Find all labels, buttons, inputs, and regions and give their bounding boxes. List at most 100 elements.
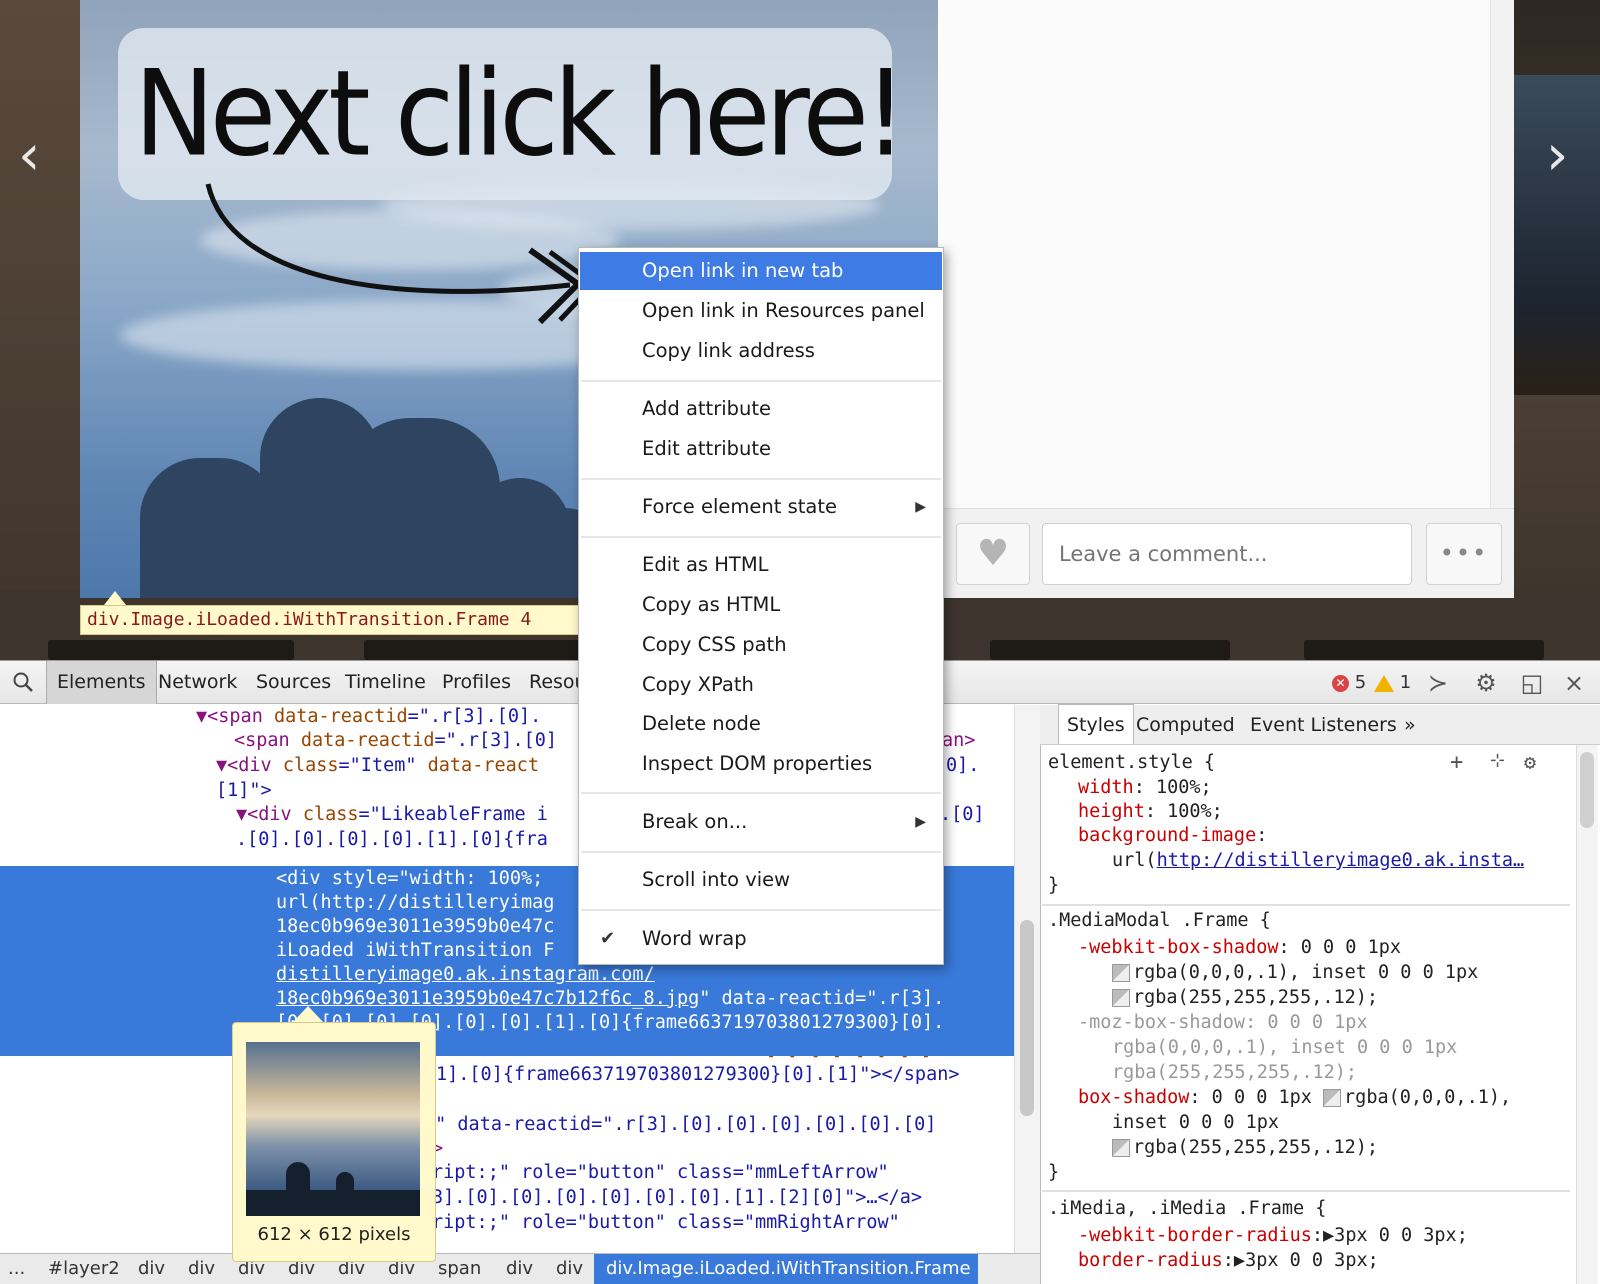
breadcrumb-item[interactable]: div <box>556 1254 583 1284</box>
add-rule-icon[interactable]: + <box>1450 750 1463 775</box>
color-swatch[interactable] <box>1112 964 1130 982</box>
style-property[interactable]: -webkit-box-shadow: 0 0 0 1px <box>1078 937 1401 958</box>
menu-item-open-link-new-tab[interactable]: Open link in new tab <box>580 252 942 290</box>
warning-count-value: 1 <box>1399 672 1412 693</box>
gallery-thumbnail[interactable] <box>1304 640 1544 660</box>
dom-node-cont: [1]"> <box>216 780 272 801</box>
style-value[interactable]: rgba(255,255,255,.12); <box>1112 987 1378 1008</box>
tab-profiles[interactable]: Profiles <box>442 661 511 704</box>
gear-icon[interactable]: ⚙ <box>1472 669 1500 697</box>
menu-item-edit-as-html[interactable]: Edit as HTML <box>580 546 942 584</box>
dom-node[interactable]: ▼<span data-reactid=".r[3].[0]. <box>196 705 541 730</box>
color-swatch[interactable] <box>1112 989 1130 1007</box>
dock-icon[interactable]: ◱ <box>1518 669 1546 697</box>
error-count[interactable]: ✕ 5 <box>1332 661 1366 704</box>
preview-arrow <box>292 1006 324 1023</box>
panel-scrollbar[interactable] <box>1490 0 1514 508</box>
selected-code-line[interactable]: 18ec0b969e3011e3959b0e47c7b12f6c_8.jpg" … <box>276 988 944 1009</box>
dom-node[interactable]: ript:;" role="button" class="mmRightArro… <box>432 1211 900 1236</box>
style-value[interactable]: url(http://distilleryimage0.ak.insta… <box>1112 850 1524 871</box>
gallery-thumbnail[interactable] <box>48 640 294 660</box>
style-property[interactable]: background-image: <box>1078 825 1267 846</box>
dom-node[interactable]: ript:;" role="button" class="mmLeftArrow… <box>432 1161 889 1186</box>
style-property-disabled[interactable]: -moz-box-shadow: 0 0 0 1px <box>1078 1012 1368 1033</box>
tab-network[interactable]: Network <box>158 661 237 704</box>
style-value[interactable]: rgba(255,255,255,.12); <box>1112 1137 1378 1158</box>
menu-item-force-element-state[interactable]: Force element state ▶ <box>580 488 942 526</box>
menu-separator <box>581 536 941 538</box>
menu-item-edit-attribute[interactable]: Edit attribute <box>580 430 942 468</box>
like-button[interactable]: ♥ <box>956 523 1030 585</box>
selected-code-line: 18ec0b969e3011e3959b0e47c <box>276 916 555 937</box>
dom-node[interactable]: ▼<div class="LikeableFrame i <box>236 803 548 828</box>
breadcrumb-item[interactable]: span <box>438 1254 481 1284</box>
breadcrumb-item[interactable]: div <box>506 1254 533 1284</box>
tab-styles[interactable]: Styles <box>1058 704 1134 744</box>
image-url-link[interactable]: distilleryimage0.ak.instagram.com/ <box>276 964 655 985</box>
menu-item-copy-as-html[interactable]: Copy as HTML <box>580 586 942 624</box>
dom-node-tail: an> <box>942 730 976 751</box>
breadcrumb-item[interactable]: div <box>188 1254 215 1284</box>
menu-item-add-attribute[interactable]: Add attribute <box>580 390 942 428</box>
dom-node[interactable]: <span data-reactid=".r[3].[0] <box>234 729 557 754</box>
dom-node-cont: 1].[0]{frame663719703801279300}[0].[1]">… <box>436 1064 960 1085</box>
menu-item-break-on[interactable]: Break on... ▶ <box>580 803 942 841</box>
menu-item-copy-css-path[interactable]: Copy CSS path <box>580 626 942 664</box>
dom-node-tail: .[0] <box>940 804 985 825</box>
next-arrow-icon[interactable]: › <box>1546 128 1568 184</box>
styles-scroll-thumb[interactable] <box>1580 752 1594 828</box>
style-property[interactable]: border-radius:▶3px 0 0 3px; <box>1078 1250 1379 1271</box>
tab-computed[interactable]: Computed <box>1136 705 1235 745</box>
style-property[interactable]: box-shadow: 0 0 0 1px rgba(0,0,0,.1), <box>1078 1087 1511 1108</box>
more-options-button[interactable]: ••• <box>1426 523 1502 585</box>
gallery-thumbnail[interactable] <box>990 640 1230 660</box>
console-drawer-icon[interactable]: ≻ <box>1424 669 1452 697</box>
menu-item-copy-xpath[interactable]: Copy XPath <box>580 666 942 704</box>
dom-node[interactable]: ▼<div class="Item" data-react <box>216 754 539 779</box>
menu-separator <box>581 380 941 382</box>
breadcrumb-item[interactable]: div <box>138 1254 165 1284</box>
tab-elements[interactable]: Elements <box>46 661 157 704</box>
styles-gear-icon[interactable]: ⚙ <box>1524 750 1536 774</box>
style-value: rgba(0,0,0,.1), inset 0 0 0 1px <box>1112 1037 1458 1058</box>
image-dimensions: 612 × 612 pixels <box>257 1224 411 1245</box>
comment-input[interactable] <box>1042 523 1412 585</box>
menu-item-word-wrap[interactable]: ✔ Word wrap <box>580 920 942 958</box>
search-icon[interactable] <box>12 671 34 693</box>
close-icon[interactable]: × <box>1560 669 1588 697</box>
left-gallery-strip <box>0 0 80 660</box>
menu-item-delete-node[interactable]: Delete node <box>580 705 942 743</box>
warning-count[interactable]: 1 <box>1374 661 1411 704</box>
elements-scroll-thumb[interactable] <box>1020 920 1034 1116</box>
breadcrumb-item[interactable]: ... <box>8 1254 25 1284</box>
menu-item-inspect-dom-properties[interactable]: Inspect DOM properties <box>580 745 942 783</box>
style-property[interactable]: width: 100%; <box>1078 777 1212 798</box>
styles-tabbar: Styles Computed Event Listeners » <box>1040 704 1600 745</box>
gallery-thumbnail[interactable] <box>364 640 584 660</box>
color-swatch[interactable] <box>1112 1139 1130 1157</box>
element-highlight-tooltip: div.Image.iLoaded.iWithTransition.Frame … <box>80 605 580 635</box>
rule-selector: .iMedia, .iMedia .Frame { <box>1048 1198 1327 1219</box>
menu-item-copy-link-address[interactable]: Copy link address <box>580 332 942 370</box>
tab-sources[interactable]: Sources <box>256 661 331 704</box>
breadcrumb-item[interactable]: #layer2 <box>48 1254 120 1284</box>
more-tabs-icon[interactable]: » <box>1404 705 1416 745</box>
breadcrumb-active[interactable]: div.Image.iLoaded.iWithTransition.Frame <box>594 1254 978 1284</box>
style-property[interactable]: height: 100%; <box>1078 801 1223 822</box>
tab-event-listeners[interactable]: Event Listeners <box>1250 705 1397 745</box>
heart-icon: ♥ <box>976 533 1010 574</box>
dom-node[interactable]: o" data-reactid=".r[3].[0].[0].[0].[0].[… <box>424 1113 936 1138</box>
menu-item-open-link-resources[interactable]: Open link in Resources panel <box>580 292 942 330</box>
rule-divider <box>1042 1190 1570 1192</box>
color-swatch[interactable] <box>1323 1089 1342 1107</box>
element-state-icon[interactable]: ⊹ <box>1490 750 1505 771</box>
image-preview-thumbnail <box>246 1042 420 1216</box>
prev-arrow-icon[interactable]: ‹ <box>18 128 40 184</box>
selected-code-line: <div style="width: 100%; <box>276 868 544 889</box>
menu-item-scroll-into-view[interactable]: Scroll into view <box>580 861 942 899</box>
dom-node-cont: 3].[0].[0].[0].[0].[0].[0].[1].[2][0]">…… <box>432 1187 923 1208</box>
style-property[interactable]: -webkit-border-radius:▶3px 0 0 3px; <box>1078 1225 1468 1246</box>
style-value: rgba(255,255,255,.12); <box>1112 1062 1358 1083</box>
tab-timeline[interactable]: Timeline <box>345 661 426 704</box>
style-value[interactable]: rgba(0,0,0,.1), inset 0 0 0 1px <box>1112 962 1478 983</box>
